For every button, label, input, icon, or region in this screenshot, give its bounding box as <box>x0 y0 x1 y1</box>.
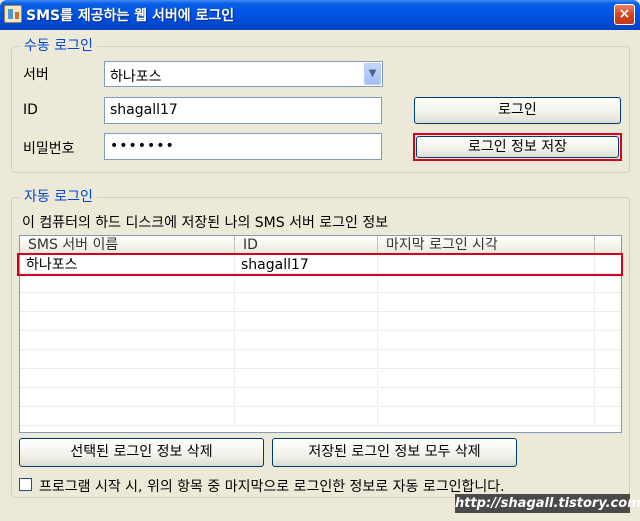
auto-login-legend: 자동 로그인 <box>20 189 97 205</box>
empty-cell <box>378 313 595 331</box>
empty-cell <box>235 294 378 312</box>
watermark: http://shagall.tistory.com <box>455 494 640 513</box>
empty-cell <box>378 275 595 293</box>
empty-cell <box>235 370 378 388</box>
title-bar[interactable]: SMS를 제공하는 웹 서버에 로그인 × <box>0 0 640 30</box>
empty-cell <box>235 408 378 426</box>
delete-selected-button[interactable]: 선택된 로그인 정보 삭제 <box>19 438 264 467</box>
table-row-empty <box>20 313 621 331</box>
empty-cell <box>20 389 235 407</box>
table-row-empty <box>20 370 621 388</box>
password-label: 비밀번호 <box>23 141 75 157</box>
login-window: SMS를 제공하는 웹 서버에 로그인 × 수동 로그인 서버 하나포스 ▼ I… <box>0 0 640 521</box>
id-label: ID <box>23 102 38 118</box>
login-button[interactable]: 로그인 <box>414 97 621 124</box>
empty-cell <box>378 294 595 312</box>
close-icon[interactable]: × <box>614 4 635 25</box>
empty-cell <box>378 332 595 350</box>
window-title: SMS를 제공하는 웹 서버에 로그인 <box>26 8 235 24</box>
server-select-value: 하나포스 <box>110 69 162 85</box>
empty-cell <box>378 351 595 369</box>
empty-cell <box>20 294 235 312</box>
empty-cell <box>20 351 235 369</box>
row-highlight <box>17 253 623 276</box>
empty-cell <box>20 332 235 350</box>
server-select[interactable]: 하나포스 ▼ <box>104 61 383 87</box>
server-label: 서버 <box>23 67 49 83</box>
empty-cell <box>20 408 235 426</box>
empty-cell <box>235 313 378 331</box>
empty-cell <box>20 275 235 293</box>
table-row-empty <box>20 408 621 426</box>
manual-login-legend: 수동 로그인 <box>20 38 97 54</box>
app-icon <box>4 5 22 23</box>
empty-cell <box>20 370 235 388</box>
table-row-empty <box>20 389 621 407</box>
save-login-button[interactable]: 로그인 정보 저장 <box>416 136 619 158</box>
table-row-empty <box>20 351 621 369</box>
empty-cell <box>235 332 378 350</box>
chevron-down-icon[interactable]: ▼ <box>364 63 381 85</box>
auto-login-description: 이 컴퓨터의 하드 디스크에 저장된 나의 SMS 서버 로그인 정보 <box>22 215 389 231</box>
empty-cell <box>378 370 595 388</box>
empty-cell <box>235 275 378 293</box>
table-row-empty <box>20 275 621 293</box>
auto-login-checkbox[interactable] <box>19 478 32 491</box>
empty-cell <box>378 389 595 407</box>
empty-cell <box>235 351 378 369</box>
delete-all-button[interactable]: 저장된 로그인 정보 모두 삭제 <box>272 438 517 467</box>
auto-login-checkbox-label[interactable]: 프로그램 시작 시, 위의 항목 중 마지막으로 로그인한 정보로 자동 로그인… <box>39 476 505 496</box>
password-field[interactable]: ••••••• <box>104 133 382 160</box>
empty-cell <box>20 313 235 331</box>
table-row-empty <box>20 294 621 312</box>
id-field[interactable]: shagall17 <box>104 97 382 124</box>
table-row-empty <box>20 332 621 350</box>
empty-cell <box>235 389 378 407</box>
empty-cell <box>378 408 595 426</box>
